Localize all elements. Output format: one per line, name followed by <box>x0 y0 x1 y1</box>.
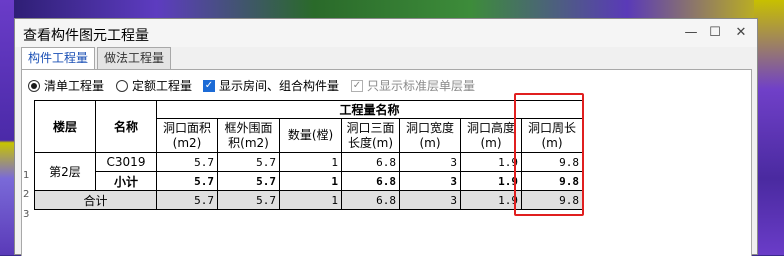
column-header-opening-height: 洞口高度(m) <box>460 118 522 153</box>
background-model-view-right <box>754 0 784 255</box>
row-number: 2 <box>23 189 30 200</box>
minimize-button[interactable]: — <box>681 23 701 43</box>
radio-bill-quantity[interactable]: 清单工程量 <box>28 77 104 94</box>
value-cell[interactable]: 5.7 <box>217 152 280 172</box>
radio-quota-label: 定额工程量 <box>132 79 193 93</box>
quantity-table: 楼层 名称 工程量名称 洞口面积(m2) 框外围面积(m2) 数量(樘) 洞口三… <box>34 100 583 210</box>
table-row[interactable]: 第2层 C3019 5.7 5.7 1 6.8 3 1.9 9.8 <box>34 152 583 191</box>
total-label-cell[interactable]: 合计 <box>34 190 157 210</box>
close-button[interactable]: ✕ <box>731 23 751 43</box>
floor-cell[interactable]: 第2层 <box>34 152 96 191</box>
radio-selected-icon <box>28 79 40 92</box>
checkbox-show-rooms[interactable]: ✓ 显示房间、组合构件量 <box>203 77 339 94</box>
background-model-view-left <box>0 0 14 255</box>
column-header-floor: 楼层 <box>34 100 96 153</box>
row-number: 1 <box>23 170 30 181</box>
value-cell[interactable]: 5.7 <box>156 171 218 191</box>
column-header-opening-area: 洞口面积(m2) <box>156 118 218 153</box>
value-cell[interactable]: 1.9 <box>460 171 522 191</box>
value-cell[interactable]: 5.7 <box>217 190 280 210</box>
name-cell[interactable]: C3019 <box>95 152 157 172</box>
table-row-total[interactable]: 合计 5.7 5.7 1 6.8 3 1.9 9.8 <box>34 190 583 210</box>
column-header-count: 数量(樘) <box>279 118 342 153</box>
checkbox-disabled-icon: ✓ <box>351 79 363 92</box>
table-row-subtotal[interactable]: 小计 5.7 5.7 1 6.8 3 1.9 9.8 <box>35 171 583 191</box>
value-cell[interactable]: 6.8 <box>341 190 400 210</box>
value-cell[interactable]: 1 <box>279 190 342 210</box>
checkbox-standard-floor-label: 只显示标准层单层量 <box>367 79 476 93</box>
title-bar[interactable]: 查看构件图元工程量 — ☐ ✕ <box>15 19 757 47</box>
quantity-panel: 清单工程量 定额工程量 ✓ 显示房间、组合构件量 ✓ 只显示标准层单层量 1 2… <box>21 69 752 256</box>
radio-quota-quantity[interactable]: 定额工程量 <box>116 77 192 94</box>
radio-bill-label: 清单工程量 <box>44 79 105 93</box>
value-cell[interactable]: 6.8 <box>341 171 400 191</box>
tab-method-quantity[interactable]: 做法工程量 <box>97 47 172 69</box>
background-model-view <box>0 0 784 18</box>
value-cell[interactable]: 3 <box>399 190 461 210</box>
row-number: 3 <box>23 209 30 220</box>
value-cell[interactable]: 9.8 <box>521 190 583 210</box>
radio-unselected-icon <box>116 79 128 92</box>
value-cell[interactable]: 5.7 <box>217 171 280 191</box>
value-cell[interactable]: 9.8 <box>521 152 583 172</box>
value-cell[interactable]: 5.7 <box>156 152 218 172</box>
value-cell[interactable]: 3 <box>399 171 461 191</box>
checkbox-show-rooms-label: 显示房间、组合构件量 <box>219 79 340 93</box>
value-cell[interactable]: 1.9 <box>460 152 522 172</box>
column-header-frame-area: 框外围面积(m2) <box>217 118 280 153</box>
maximize-button[interactable]: ☐ <box>705 23 725 43</box>
value-cell[interactable]: 6.8 <box>341 152 400 172</box>
value-cell[interactable]: 9.8 <box>521 171 583 191</box>
checkbox-checked-icon: ✓ <box>203 79 215 92</box>
value-cell[interactable]: 1 <box>279 171 342 191</box>
dialog-title: 查看构件图元工程量 <box>23 28 149 44</box>
name-cell[interactable]: 小计 <box>95 171 157 191</box>
value-cell[interactable]: 1.9 <box>460 190 522 210</box>
component-quantity-dialog: 查看构件图元工程量 — ☐ ✕ 构件工程量 做法工程量 清单工程量 定额工程量 … <box>14 18 758 256</box>
column-header-opening-width: 洞口宽度(m) <box>399 118 461 153</box>
value-cell[interactable]: 1 <box>279 152 342 172</box>
column-header-name: 名称 <box>95 100 157 153</box>
value-cell[interactable]: 5.7 <box>156 190 218 210</box>
checkbox-standard-floor-only[interactable]: ✓ 只显示标准层单层量 <box>351 77 475 94</box>
column-header-opening-perimeter: 洞口周长(m) <box>521 118 583 153</box>
column-header-three-side-length: 洞口三面长度(m) <box>341 118 400 153</box>
tab-component-quantity[interactable]: 构件工程量 <box>21 47 96 70</box>
value-cell[interactable]: 3 <box>399 152 461 172</box>
column-group-header: 工程量名称 <box>156 100 583 119</box>
